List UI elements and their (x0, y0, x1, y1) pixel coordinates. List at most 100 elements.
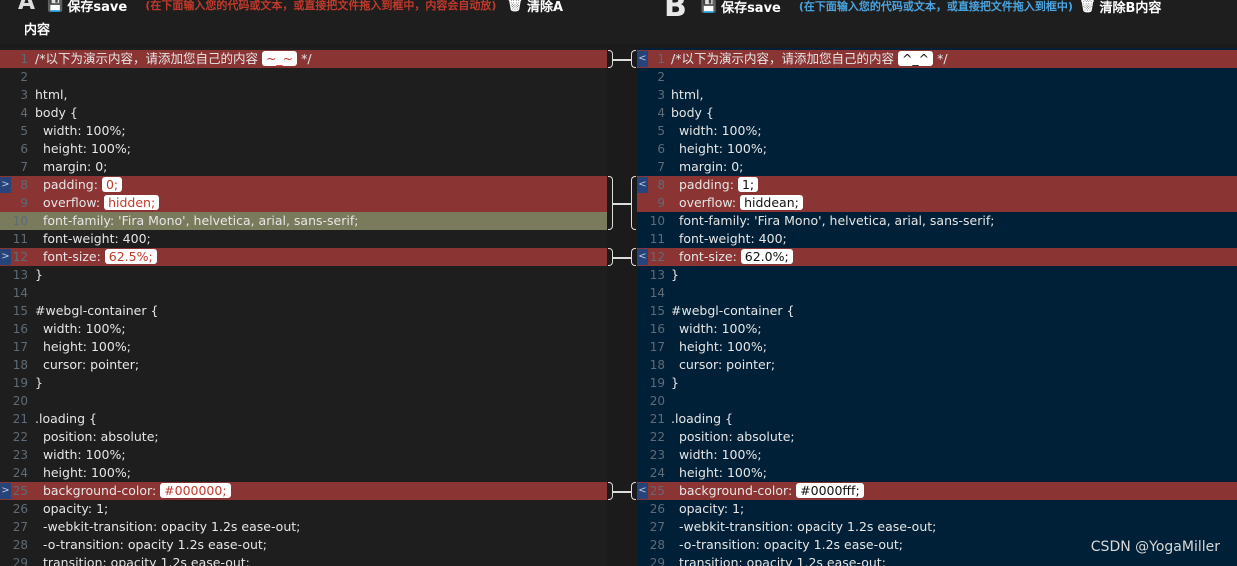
code-line[interactable]: 18 cursor: pointer; (0, 356, 607, 374)
code-line[interactable]: 17 height: 100%; (637, 338, 1237, 356)
save-b-label: 保存save (721, 0, 781, 16)
editor-pane-b[interactable]: <1/*以下为演示内容，请添加您自己的内容 ^_^ */2 3 html, 4 body… (637, 48, 1237, 566)
code-line[interactable]: <12 font-size: 62.0%; (637, 248, 1237, 266)
code-line[interactable]: 3 html, (637, 86, 1237, 104)
code-line[interactable]: <8 padding: 1; (637, 176, 1237, 194)
line-number: 2 (657, 70, 665, 84)
code-text: } (35, 375, 43, 390)
code-line[interactable]: 14 (637, 284, 1237, 302)
code-text: opacity: 1; (35, 501, 109, 516)
code-line[interactable]: 18 cursor: pointer; (637, 356, 1237, 374)
clear-b-label: 清除B内容 (1099, 0, 1162, 16)
code-text: #webgl-container { (671, 303, 795, 318)
diff-highlight: #0000fff; (796, 483, 864, 498)
code-line[interactable]: 16 width: 100%; (637, 320, 1237, 338)
code-text: -webkit-transition: opacity 1.2s ease-ou… (671, 519, 937, 534)
code-line[interactable]: 29 transition: opacity 1.2s ease-out; (0, 554, 607, 566)
code-line[interactable]: 3 html, (0, 86, 607, 104)
code-line[interactable]: 14 (0, 284, 607, 302)
code-text: font-family: 'Fira Mono', helvetica, ari… (671, 213, 995, 228)
code-text: transition: opacity 1.2s ease-out; (35, 555, 250, 566)
clear-a-label-continued[interactable]: 内容 (24, 19, 50, 38)
code-line[interactable]: <25 background-color: #0000fff; (637, 482, 1237, 500)
line-number: 9 (657, 196, 665, 210)
editor-pane-a[interactable]: 1/*以下为演示内容，请添加您自己的内容 ~_~ */ 2 3 html, 4 body … (0, 48, 607, 566)
code-line[interactable]: 24 height: 100%; (637, 464, 1237, 482)
clear-a-button[interactable]: 🗑 清除A (507, 0, 564, 15)
code-line[interactable]: 5 width: 100%; (637, 122, 1237, 140)
code-line[interactable]: >25 background-color: #000000; (0, 482, 607, 500)
code-line[interactable]: 21 .loading { (637, 410, 1237, 428)
code-line[interactable]: 20 (637, 392, 1237, 410)
code-line[interactable]: 26 opacity: 1; (0, 500, 607, 518)
pane-b-letter: B (664, 0, 687, 24)
code-line[interactable]: 28 -o-transition: opacity 1.2s ease-out; (0, 536, 607, 554)
code-line[interactable]: 15 #webgl-container { (637, 302, 1237, 320)
code-line[interactable]: 7 margin: 0; (0, 158, 607, 176)
code-line[interactable]: 10 font-family: 'Fira Mono', helvetica, … (637, 212, 1237, 230)
code-line[interactable]: 23 width: 100%; (637, 446, 1237, 464)
diff-highlight: ^_^ (897, 51, 934, 66)
line-number: 28 (12, 538, 28, 552)
code-line[interactable]: 13} (0, 266, 607, 284)
code-line[interactable]: 2 (0, 68, 607, 86)
clear-b-button[interactable]: 🗑 清除B内容 (1079, 0, 1161, 16)
code-line[interactable]: >8 padding: 0; (0, 176, 607, 194)
code-line[interactable]: 19} (0, 374, 607, 392)
code-line[interactable]: 26 opacity: 1; (637, 500, 1237, 518)
line-number: 13 (649, 268, 665, 282)
code-line[interactable]: 6 height: 100%; (0, 140, 607, 158)
code-line[interactable]: 22 position: absolute; (0, 428, 607, 446)
code-line[interactable]: 2 (637, 68, 1237, 86)
code-line[interactable]: 17 height: 100%; (0, 338, 607, 356)
code-line[interactable]: 27 -webkit-transition: opacity 1.2s ease… (637, 518, 1237, 536)
code-line[interactable]: 7 margin: 0; (637, 158, 1237, 176)
line-number: 2 (20, 70, 28, 84)
code-line[interactable]: 15 #webgl-container { (0, 302, 607, 320)
save-b-button[interactable]: 💾 保存save (701, 0, 781, 16)
code-text: .loading { (671, 411, 733, 426)
line-number: 23 (649, 448, 665, 462)
line-number: 5 (657, 124, 665, 138)
line-number: 20 (12, 394, 28, 408)
code-line[interactable]: 9 overflow: hidden; (0, 194, 607, 212)
diff-connector (607, 176, 637, 230)
code-line[interactable]: 10 font-family: 'Fira Mono', helvetica, … (0, 212, 607, 230)
code-line[interactable]: 4 body { (0, 104, 607, 122)
code-line[interactable]: 21 .loading { (0, 410, 607, 428)
code-line[interactable]: 22 position: absolute; (637, 428, 1237, 446)
code-line[interactable]: 29 transition: opacity 1.2s ease-out; (637, 554, 1237, 566)
code-text: -o-transition: opacity 1.2s ease-out; (671, 537, 904, 552)
watermark: CSDN @YogaMiller (1090, 539, 1220, 555)
code-line[interactable]: 5 width: 100%; (0, 122, 607, 140)
code-line[interactable]: 20 (0, 392, 607, 410)
code-line[interactable]: 19} (637, 374, 1237, 392)
line-number: 8 (657, 178, 665, 192)
code-line[interactable]: 11 font-weight: 400; (637, 230, 1237, 248)
code-line[interactable]: 11 font-weight: 400; (0, 230, 607, 248)
code-text: -o-transition: opacity 1.2s ease-out; (35, 537, 268, 552)
code-line[interactable]: 23 width: 100%; (0, 446, 607, 464)
code-line[interactable]: 1 /*以下为演示内容，请添加您自己的内容 ~_~ */ (0, 50, 607, 68)
code-line[interactable]: 16 width: 100%; (0, 320, 607, 338)
code-text: html, (671, 87, 704, 102)
line-number: 3 (20, 88, 28, 102)
code-line[interactable]: 27 -webkit-transition: opacity 1.2s ease… (0, 518, 607, 536)
code-text: /*以下为演示内容，请添加您自己的内容 ^_^ */ (671, 51, 948, 66)
code-line[interactable]: >12 font-size: 62.5%; (0, 248, 607, 266)
line-number: 11 (649, 232, 665, 246)
save-a-button[interactable]: 💾 保存save (47, 0, 127, 15)
line-number: 8 (20, 178, 28, 192)
code-text: -webkit-transition: opacity 1.2s ease-ou… (35, 519, 301, 534)
code-text: body { (35, 105, 78, 120)
code-line[interactable]: 24 height: 100%; (0, 464, 607, 482)
diff-highlight: hidden; (104, 195, 160, 210)
line-number: 22 (12, 430, 28, 444)
code-text: } (35, 267, 43, 282)
code-line[interactable]: 13} (637, 266, 1237, 284)
code-line[interactable]: 4 body { (637, 104, 1237, 122)
code-text: font-family: 'Fira Mono', helvetica, ari… (35, 213, 359, 228)
code-line[interactable]: 9 overflow: hiddean; (637, 194, 1237, 212)
code-line[interactable]: 6 height: 100%; (637, 140, 1237, 158)
code-line[interactable]: <1/*以下为演示内容，请添加您自己的内容 ^_^ */ (637, 50, 1237, 68)
